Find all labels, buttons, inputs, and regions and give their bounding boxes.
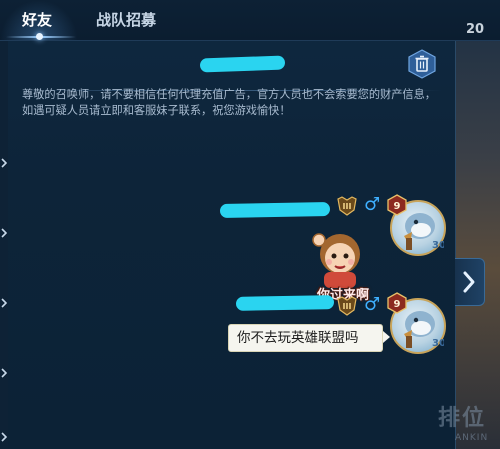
level-badge-label: 9 bbox=[394, 201, 401, 212]
chevron-right-icon[interactable] bbox=[1, 368, 7, 378]
male-icon: ♂ bbox=[364, 294, 381, 315]
chat-bubble[interactable]: 你不去玩英雄联盟吗 bbox=[228, 324, 383, 352]
backdrop-counter-overlay: 20 bbox=[466, 22, 485, 37]
contact-name-redacted bbox=[199, 55, 286, 73]
male-icon: ♂ bbox=[364, 194, 381, 215]
rank-badge-icon: III bbox=[337, 196, 357, 216]
tab-team-recruit[interactable]: 战队招募 bbox=[96, 9, 156, 30]
collapse-panel-button[interactable] bbox=[455, 258, 485, 306]
backdrop-bottom-text: 排位 bbox=[438, 406, 487, 431]
svg-text:30: 30 bbox=[432, 338, 444, 349]
chevron-right-icon[interactable] bbox=[1, 432, 7, 442]
rank-badge-label: III bbox=[343, 302, 352, 311]
level-badge-label: 9 bbox=[394, 299, 401, 310]
left-strip bbox=[0, 40, 8, 449]
sender-name-redacted bbox=[235, 295, 335, 311]
cartoon-girl-sticker-icon bbox=[312, 233, 360, 288]
chevron-right-icon[interactable] bbox=[1, 228, 7, 238]
rank-badge-icon: III bbox=[337, 296, 357, 316]
chevron-right-icon[interactable] bbox=[1, 158, 7, 168]
trash-icon[interactable] bbox=[407, 49, 437, 79]
lobby-backdrop bbox=[455, 0, 500, 449]
backdrop-bottom-small-text: ANKIN bbox=[455, 433, 489, 443]
level-badge-icon: 9 bbox=[387, 292, 407, 314]
level-badge-icon: 9 bbox=[387, 194, 407, 216]
tab-bar: 好友 战队招募 bbox=[0, 0, 500, 41]
rank-badge-label: III bbox=[343, 202, 352, 211]
tab-indicator-dot bbox=[36, 33, 43, 40]
svg-text:30: 30 bbox=[432, 240, 444, 251]
security-notice: 尊敬的召唤师，请不要相信任何代理充值广告，官方人员也不会索要您的财产信息，如遇可… bbox=[22, 88, 436, 117]
chevron-right-icon[interactable] bbox=[1, 298, 7, 308]
sender-name-redacted bbox=[219, 202, 331, 218]
chevron-right-icon bbox=[463, 271, 475, 293]
chat-bubble-tail bbox=[383, 331, 390, 343]
tab-friends[interactable]: 好友 bbox=[22, 9, 52, 30]
